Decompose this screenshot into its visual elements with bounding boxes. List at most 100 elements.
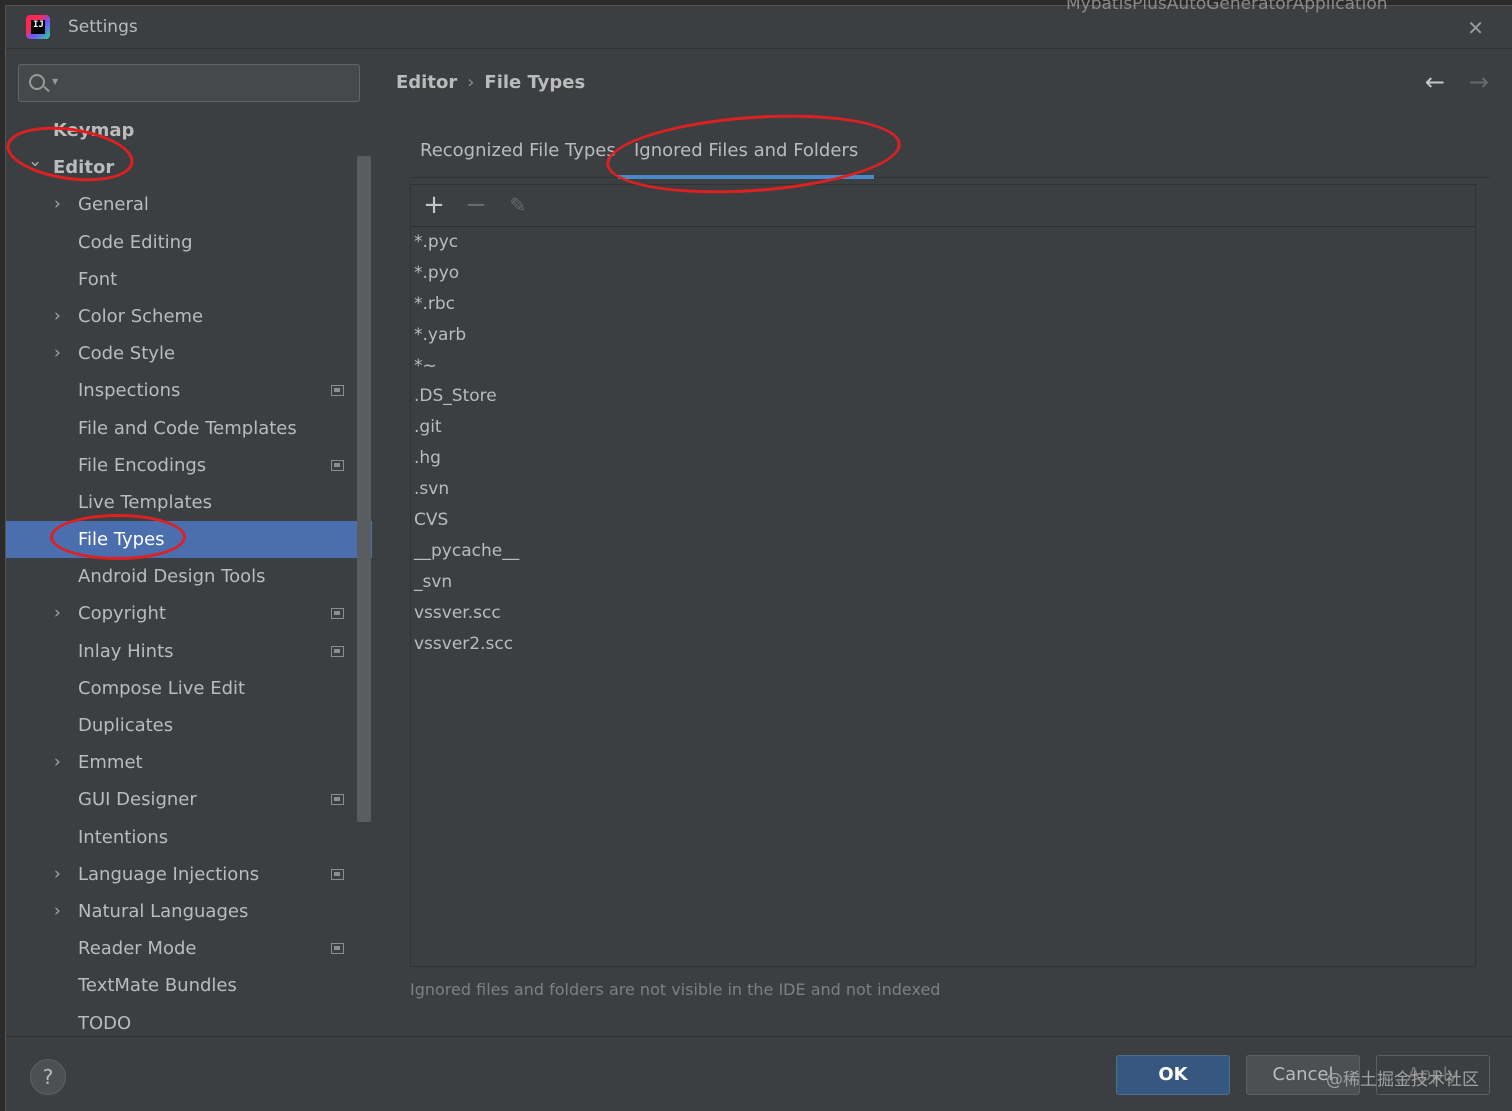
sidebar-item-language-injections[interactable]: › Language Injections	[6, 856, 372, 893]
search-icon	[29, 74, 45, 90]
sidebar-scrollbar[interactable]	[357, 156, 371, 822]
sidebar-item-label: Language Injections	[78, 863, 260, 885]
sidebar-item-label: File and Code Templates	[78, 417, 297, 439]
window-title: Settings	[68, 17, 138, 37]
close-icon[interactable]: ✕	[1467, 16, 1484, 40]
sidebar-item-label: Natural Languages	[78, 900, 249, 922]
sidebar-item-label: TextMate Bundles	[78, 975, 237, 997]
sidebar-item-editor[interactable]: ⌄ Editor	[6, 149, 372, 186]
sidebar-item-code-editing[interactable]: Code Editing	[6, 224, 372, 261]
sidebar-item-label: Intentions	[78, 826, 169, 848]
sidebar-item-inspections[interactable]: Inspections	[6, 372, 372, 409]
sidebar-item-label: Editor	[53, 157, 115, 179]
sidebar-item-label: Copyright	[78, 603, 166, 625]
arrow-left-icon[interactable]: ←	[1425, 68, 1445, 96]
sidebar-item-label: Keymap	[53, 120, 135, 141]
sidebar-item-duplicates[interactable]: Duplicates	[6, 707, 372, 744]
list-item[interactable]: vssver.scc	[411, 598, 1475, 629]
sidebar-item-copyright[interactable]: › Copyright	[6, 595, 372, 632]
sidebar-item-label: Inspections	[78, 380, 181, 402]
sidebar-item-file-encodings[interactable]: File Encodings	[6, 447, 372, 484]
sidebar-item-label: Compose Live Edit	[78, 677, 246, 699]
sidebar-item-android-design-tools[interactable]: Android Design Tools	[6, 558, 372, 595]
sidebar-item-textmate-bundles[interactable]: TextMate Bundles	[6, 967, 372, 1004]
sidebar-item-compose-live-edit[interactable]: Compose Live Edit	[6, 670, 372, 707]
tab-recognized-file-types[interactable]: Recognized File Types	[410, 140, 632, 178]
minus-icon[interactable]: −	[461, 191, 491, 221]
ignored-items: *.pyc *.pyo *.rbc *.yarb *~ .DS_Store .git .hg.…	[411, 227, 1475, 659]
list-item[interactable]: *~	[411, 351, 1475, 382]
project-scope-icon	[331, 943, 344, 955]
chevron-down-icon: ▼	[52, 77, 59, 86]
sidebar-item-label: Duplicates	[78, 715, 174, 736]
list-item[interactable]: .hg	[411, 443, 1475, 474]
sidebar-item-file-and-code-templates[interactable]: File and Code Templates	[6, 410, 372, 447]
sidebar-item-live-templates[interactable]: Live Templates	[6, 484, 372, 521]
sidebar-item-file-types[interactable]: File Types	[6, 521, 372, 559]
list-item[interactable]: vssver2.scc	[411, 629, 1475, 660]
sidebar-item-natural-languages[interactable]: › Natural Languages	[6, 893, 372, 930]
sidebar-item-label: GUI Designer	[78, 789, 197, 811]
list-item[interactable]: .git	[411, 412, 1475, 443]
watermark: @稀土掘金技术社区	[1326, 1070, 1479, 1090]
dialog-footer: ? OK Cancel Apply @稀土掘金技术社区	[6, 1036, 1512, 1111]
sidebar-item-emmet[interactable]: › Emmet	[6, 744, 372, 781]
breadcrumb-current: File Types	[484, 72, 586, 93]
sidebar-item-label: Code Style	[78, 343, 176, 365]
list-item[interactable]: .DS_Store	[411, 381, 1475, 412]
breadcrumb-separator: ›	[467, 72, 475, 93]
breadcrumb: Editor › File Types	[396, 72, 585, 93]
pencil-icon[interactable]: ✎	[503, 191, 533, 221]
sidebar-item-label: Color Scheme	[78, 305, 204, 327]
chevron-right-icon[interactable]: ›	[54, 186, 61, 223]
list-item[interactable]: CVS	[411, 505, 1475, 536]
sidebar-item-color-scheme[interactable]: › Color Scheme	[6, 298, 372, 335]
search-input[interactable]	[63, 69, 353, 97]
project-scope-icon	[331, 868, 344, 880]
project-scope-icon	[331, 645, 344, 657]
settings-content: Editor › File Types ← → Recognized File Ty…	[372, 50, 1512, 1036]
chevron-right-icon[interactable]: ›	[54, 595, 61, 632]
arrow-right-icon[interactable]: →	[1469, 68, 1489, 96]
sidebar-item-keymap[interactable]: Keymap	[6, 112, 372, 149]
help-button[interactable]: ?	[30, 1059, 66, 1095]
list-item[interactable]: .svn	[411, 474, 1475, 505]
chevron-right-icon[interactable]: ›	[54, 298, 61, 335]
sidebar-item-label: Code Editing	[78, 231, 193, 253]
settings-window: IJ Settings MybatisPlusAutoGeneratorAppl…	[3, 0, 1512, 1111]
sidebar-item-intentions[interactable]: Intentions	[6, 819, 372, 856]
chevron-right-icon[interactable]: ›	[54, 856, 61, 893]
sidebar-item-reader-mode[interactable]: Reader Mode	[6, 930, 372, 967]
settings-tree: Keymap ⌄ Editor › General Code Editing Font › Co…	[6, 112, 372, 1042]
sidebar-item-gui-designer[interactable]: GUI Designer	[6, 781, 372, 818]
sidebar-item-label: Android Design Tools	[78, 566, 266, 588]
settings-search[interactable]: ▼	[18, 64, 360, 102]
tab-ignored-files-and-folders[interactable]: Ignored Files and Folders	[618, 140, 875, 179]
chevron-right-icon[interactable]: ›	[54, 893, 61, 930]
sidebar-item-code-style[interactable]: › Code Style	[6, 335, 372, 372]
list-item[interactable]: __pycache__	[411, 536, 1475, 567]
project-scope-icon	[331, 385, 344, 397]
ok-button[interactable]: OK	[1116, 1055, 1230, 1095]
sidebar-item-label: File Encodings	[78, 454, 207, 476]
list-item[interactable]: *.pyo	[411, 258, 1475, 289]
hint-text: Ignored files and folders are not visibl…	[410, 980, 941, 999]
list-item[interactable]: *.yarb	[411, 320, 1475, 351]
plus-icon[interactable]: +	[419, 191, 449, 221]
sidebar-item-general[interactable]: › General	[6, 186, 372, 223]
sidebar-item-label: General	[78, 194, 149, 216]
sidebar-item-label: Inlay Hints	[78, 640, 174, 662]
sidebar-item-label: Live Templates	[78, 491, 212, 513]
list-item[interactable]: *.rbc	[411, 289, 1475, 320]
chevron-right-icon[interactable]: ›	[54, 744, 61, 781]
sidebar-item-font[interactable]: Font	[6, 261, 372, 298]
project-scope-icon	[331, 794, 344, 806]
chevron-down-icon[interactable]: ⌄	[28, 143, 42, 180]
settings-sidebar: ▼ Keymap ⌄ Editor › General Code Editing Font ›…	[6, 50, 372, 1036]
breadcrumb-parent[interactable]: Editor	[396, 72, 457, 93]
chevron-right-icon[interactable]: ›	[54, 335, 61, 372]
sidebar-item-inlay-hints[interactable]: Inlay Hints	[6, 633, 372, 670]
list-item[interactable]: _svn	[411, 567, 1475, 598]
list-item[interactable]: *.pyc	[411, 227, 1475, 258]
sidebar-item-label: Emmet	[78, 752, 143, 774]
